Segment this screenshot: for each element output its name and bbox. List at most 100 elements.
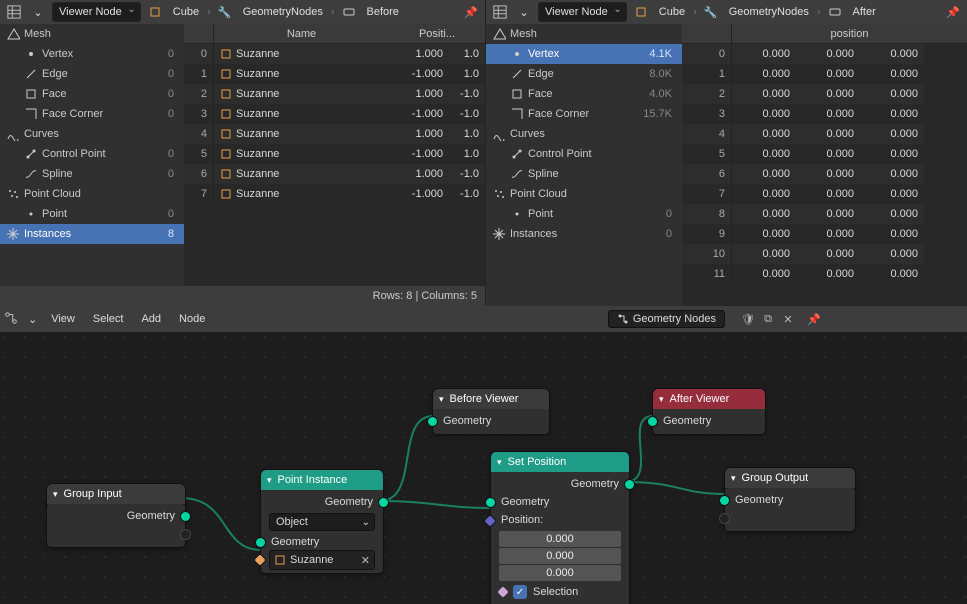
socket-geometry-out[interactable]: Geometry	[491, 475, 629, 493]
tree-point-cloud[interactable]: Point Cloud	[486, 184, 682, 204]
node-before-viewer[interactable]: Before Viewer Geometry	[433, 389, 549, 434]
table-row[interactable]: 0Suzanne1.0001.0	[184, 44, 485, 64]
tree-instances[interactable]: Instances8	[0, 224, 184, 244]
chevron-down-icon[interactable]: ⌄	[514, 2, 534, 22]
pin-icon[interactable]: 📌	[943, 2, 963, 22]
tree-face[interactable]: Face0	[0, 84, 184, 104]
viewer-node-menu[interactable]: Viewer Node	[538, 2, 627, 22]
tree-curves[interactable]: Curves	[0, 124, 184, 144]
table-row[interactable]: 100.0000.0000.000	[682, 244, 967, 264]
socket-geometry-out[interactable]: Geometry	[261, 493, 383, 511]
socket-geometry-in[interactable]: Geometry	[261, 533, 383, 551]
breadcrumb-viewer[interactable]: After	[849, 2, 880, 22]
instance-mode-select[interactable]: Object	[269, 513, 375, 531]
breadcrumb-nodegroup[interactable]: GeometryNodes	[725, 2, 813, 22]
socket-geometry-in[interactable]: Geometry	[433, 412, 549, 430]
socket-selection-in[interactable]: ✓ Selection	[499, 583, 621, 601]
close-icon[interactable]: ✕	[779, 310, 797, 328]
tree-control-point[interactable]: Control Point0	[0, 144, 184, 164]
table-row[interactable]: 40.0000.0000.000	[682, 124, 967, 144]
table-row[interactable]: 7Suzanne-1.000-1.0	[184, 184, 485, 204]
table-row[interactable]: 30.0000.0000.000	[682, 104, 967, 124]
table-row[interactable]: 6Suzanne1.000-1.0	[184, 164, 485, 184]
data-grid-right[interactable]: position00.0000.0000.00010.0000.0000.000…	[682, 24, 967, 306]
table-row[interactable]: 3Suzanne-1.000-1.0	[184, 104, 485, 124]
menu-view[interactable]: View	[47, 313, 79, 325]
tree-point-cloud[interactable]: Point Cloud	[0, 184, 184, 204]
node-group-output[interactable]: Group Output Geometry	[725, 468, 855, 531]
breadcrumb-viewer[interactable]: Before	[363, 2, 403, 22]
data-grid-left[interactable]: NamePositi...0Suzanne1.0001.01Suzanne-1.…	[184, 24, 485, 286]
position-vector-input[interactable]: 0.000 0.000 0.000	[499, 531, 621, 581]
tree-vertex[interactable]: Vertex0	[0, 44, 184, 64]
socket-geometry-in[interactable]: Geometry	[491, 493, 629, 511]
pin-icon[interactable]: 📌	[461, 2, 481, 22]
tree-mesh[interactable]: Mesh	[486, 24, 682, 44]
clear-object-icon[interactable]: ✕	[361, 554, 370, 567]
node-after-viewer[interactable]: After Viewer Geometry	[653, 389, 765, 434]
node-canvas[interactable]: Group Input Geometry Point Instance Geom…	[0, 332, 967, 604]
table-row[interactable]: 4Suzanne1.0001.0	[184, 124, 485, 144]
table-row[interactable]: 80.0000.0000.000	[682, 204, 967, 224]
table-row[interactable]: 50.0000.0000.000	[682, 144, 967, 164]
tree-point[interactable]: Point0	[486, 204, 682, 224]
table-row[interactable]: 1Suzanne-1.0001.0	[184, 64, 485, 84]
tree-curves[interactable]: Curves	[486, 124, 682, 144]
tree-spline[interactable]: Spline0	[0, 164, 184, 184]
socket-object-in[interactable]: Suzanne ✕	[261, 551, 383, 569]
node-title[interactable]: Point Instance	[261, 470, 383, 490]
tree-face[interactable]: Face4.0K	[486, 84, 682, 104]
domain-tree-right[interactable]: MeshVertex4.1KEdge8.0KFace4.0KFace Corne…	[486, 24, 682, 306]
tree-instances[interactable]: Instances0	[486, 224, 682, 244]
tree-control-point[interactable]: Control Point	[486, 144, 682, 164]
node-group-input[interactable]: Group Input Geometry	[47, 484, 185, 547]
pin-icon[interactable]: 📌	[805, 310, 823, 328]
node-point-instance[interactable]: Point Instance Geometry Object Geometry …	[261, 470, 383, 573]
tree-face-corner[interactable]: Face Corner15.7K	[486, 104, 682, 124]
position-y[interactable]: 0.000	[499, 548, 621, 564]
editor-type-icon[interactable]	[4, 2, 24, 22]
table-row[interactable]: 110.0000.0000.000	[682, 264, 967, 284]
editor-type-icon[interactable]	[490, 2, 510, 22]
editor-type-icon[interactable]	[4, 311, 18, 328]
table-row[interactable]: 00.0000.0000.000	[682, 44, 967, 64]
copy-icon[interactable]: ⧉	[759, 310, 777, 328]
node-set-position[interactable]: Set Position Geometry Geometry Position:…	[491, 452, 629, 604]
tree-mesh[interactable]: Mesh	[0, 24, 184, 44]
viewer-node-menu[interactable]: Viewer Node	[52, 2, 141, 22]
menu-node[interactable]: Node	[175, 313, 209, 325]
node-title[interactable]: Before Viewer	[433, 389, 549, 409]
domain-tree-left[interactable]: MeshVertex0Edge0Face0Face Corner0CurvesC…	[0, 24, 184, 286]
table-row[interactable]: 2Suzanne1.000-1.0	[184, 84, 485, 104]
table-row[interactable]: 10.0000.0000.000	[682, 64, 967, 84]
table-row[interactable]: 60.0000.0000.000	[682, 164, 967, 184]
tree-edge[interactable]: Edge0	[0, 64, 184, 84]
tree-face-corner[interactable]: Face Corner0	[0, 104, 184, 124]
tree-point[interactable]: Point0	[0, 204, 184, 224]
breadcrumb-object[interactable]: Cube	[169, 2, 203, 22]
breadcrumb-object[interactable]: Cube	[655, 2, 689, 22]
socket-geometry-out[interactable]: Geometry	[47, 507, 185, 525]
shield-icon[interactable]: 🛡	[739, 310, 757, 328]
node-title[interactable]: Set Position	[491, 452, 629, 472]
chevron-down-icon[interactable]: ⌄	[28, 2, 48, 22]
socket-geometry-in[interactable]: Geometry	[653, 412, 765, 430]
selection-checkbox[interactable]: ✓	[513, 585, 527, 599]
node-title[interactable]: Group Input	[47, 484, 185, 504]
breadcrumb-nodegroup[interactable]: GeometryNodes	[239, 2, 327, 22]
table-row[interactable]: 20.0000.0000.000	[682, 84, 967, 104]
menu-add[interactable]: Add	[137, 313, 165, 325]
position-x[interactable]: 0.000	[499, 531, 621, 547]
table-row[interactable]: 70.0000.0000.000	[682, 184, 967, 204]
menu-select[interactable]: Select	[89, 313, 128, 325]
tree-spline[interactable]: Spline	[486, 164, 682, 184]
table-row[interactable]: 90.0000.0000.000	[682, 224, 967, 244]
socket-blank-in[interactable]	[725, 509, 855, 527]
nodegroup-name-field[interactable]: Geometry Nodes	[608, 310, 725, 328]
node-title[interactable]: After Viewer	[653, 389, 765, 409]
tree-edge[interactable]: Edge8.0K	[486, 64, 682, 84]
chevron-down-icon[interactable]: ⌄	[28, 313, 37, 326]
socket-geometry-in[interactable]: Geometry	[725, 491, 855, 509]
node-title[interactable]: Group Output	[725, 468, 855, 488]
position-z[interactable]: 0.000	[499, 565, 621, 581]
